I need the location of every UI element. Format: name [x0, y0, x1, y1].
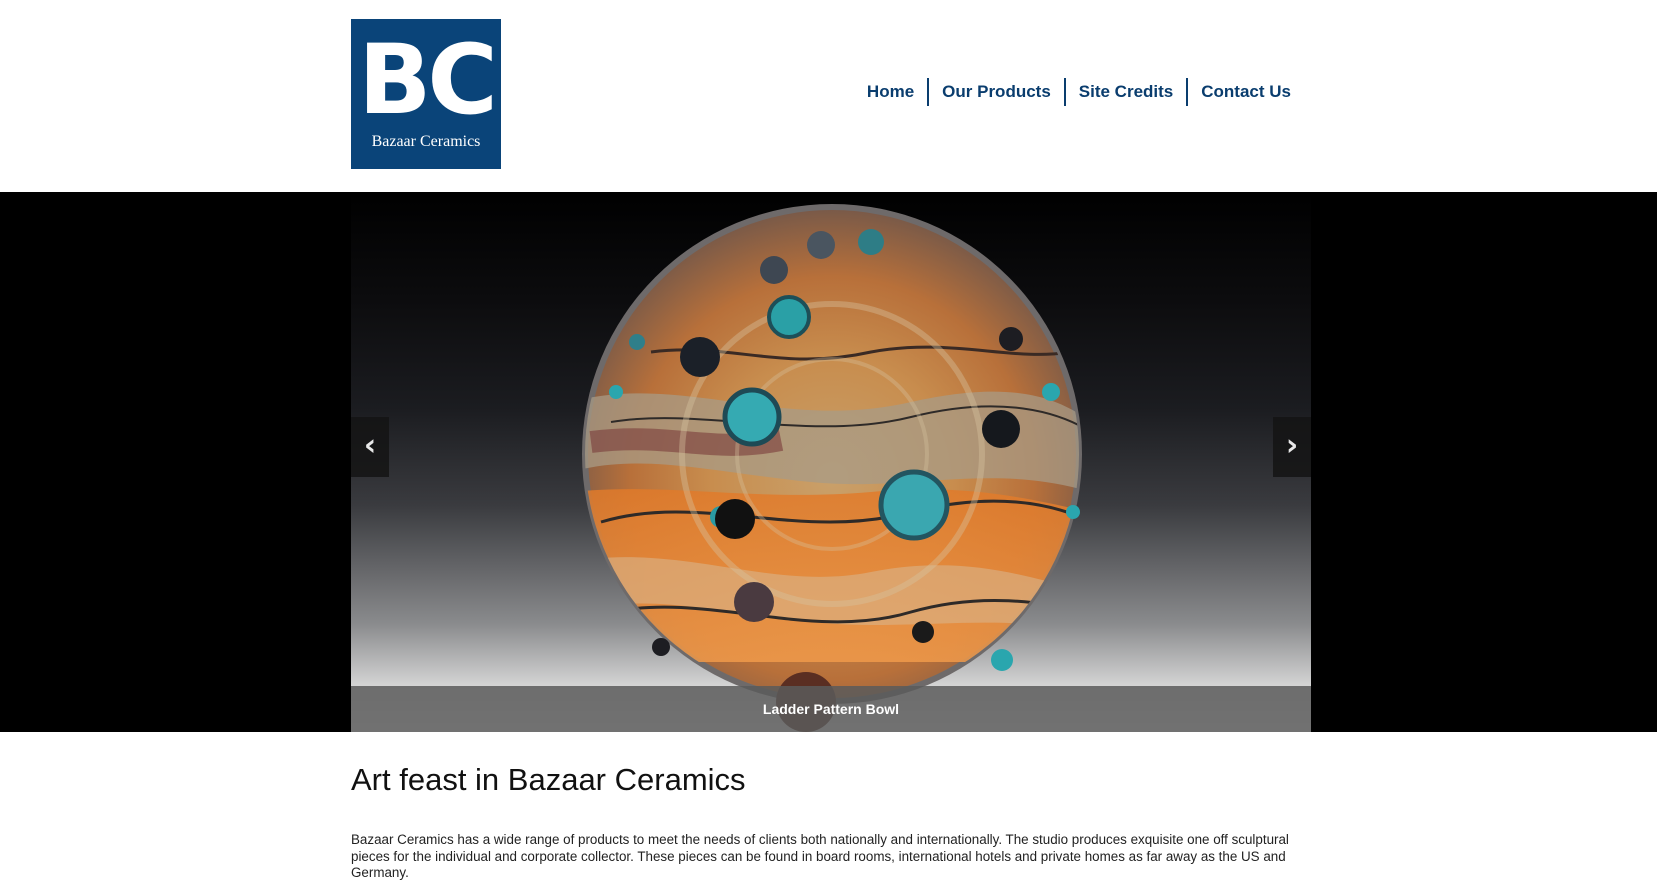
- bowl-image: [582, 204, 1082, 732]
- chevron-right-icon: ›: [1285, 428, 1299, 463]
- nav-our-products[interactable]: Our Products: [927, 78, 1064, 106]
- intro-paragraph: Bazaar Ceramics has a wide range of prod…: [351, 832, 1289, 880]
- main-nav: Home Our Products Site Credits Contact U…: [854, 78, 1304, 106]
- nav-home[interactable]: Home: [854, 78, 927, 106]
- slider-prev-button[interactable]: ‹: [351, 417, 389, 477]
- slide-caption: Ladder Pattern Bowl: [351, 686, 1311, 732]
- logo-name: Bazaar Ceramics: [371, 133, 481, 150]
- page-title: Art feast in Bazaar Ceramics: [351, 762, 746, 797]
- site-header: BC Bazaar Ceramics Home Our Products Sit…: [0, 0, 1657, 192]
- nav-contact-us[interactable]: Contact Us: [1186, 78, 1304, 106]
- main-content: Art feast in Bazaar Ceramics Bazaar Cera…: [351, 732, 1311, 882]
- slider-next-button[interactable]: ›: [1273, 417, 1311, 477]
- logo-mark: BC: [358, 24, 498, 136]
- bazaar-ceramics-logo[interactable]: BC Bazaar Ceramics: [351, 19, 501, 169]
- slider-band: ‹ › Ladder Pattern Bowl: [0, 192, 1657, 732]
- slide: ‹ › Ladder Pattern Bowl: [351, 192, 1311, 732]
- chevron-left-icon: ‹: [363, 428, 377, 463]
- nav-site-credits[interactable]: Site Credits: [1063, 78, 1186, 106]
